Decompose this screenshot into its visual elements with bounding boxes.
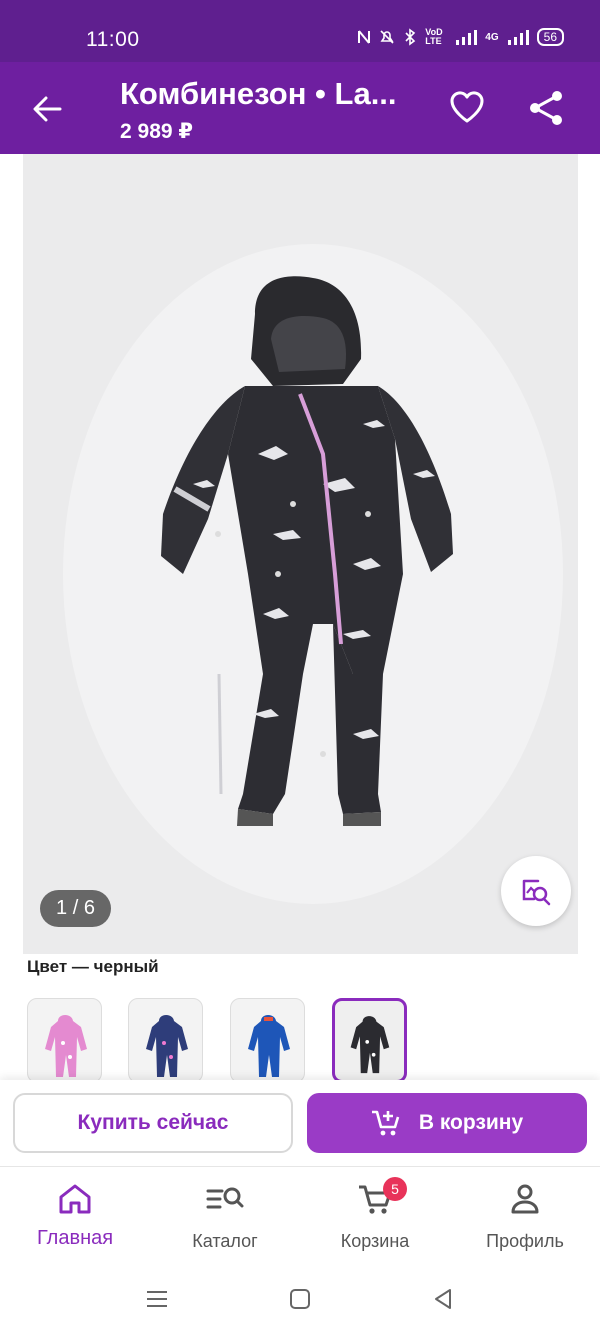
- color-label: Цвет — черный: [27, 957, 159, 976]
- swatch-navy-image: [146, 1015, 188, 1077]
- status-bar: 11:00 VoD LTE 4G 56: [0, 0, 600, 62]
- menu-icon: [147, 1291, 167, 1307]
- system-navigation: [0, 1266, 600, 1332]
- buy-now-button[interactable]: Купить сейчас: [13, 1093, 293, 1153]
- color-swatch-pink[interactable]: [27, 998, 102, 1083]
- visual-search-button[interactable]: [501, 856, 571, 926]
- add-to-cart-button[interactable]: В корзину: [307, 1093, 587, 1153]
- status-time: 11:00: [86, 28, 140, 51]
- arrow-left-icon: [33, 96, 62, 122]
- nav-item-profile[interactable]: Профиль: [450, 1167, 600, 1267]
- app-bar: Комбинезон • La... 2 989 ₽: [0, 62, 600, 154]
- square-icon: [290, 1289, 310, 1309]
- swatch-pink-image: [45, 1015, 87, 1077]
- signal-icon: [456, 30, 478, 45]
- share-icon: [530, 91, 562, 125]
- status-icons: VoD LTE 4G 56: [357, 28, 564, 46]
- nav-label-catalog: Каталог: [192, 1231, 258, 1251]
- network-type: 4G: [485, 31, 499, 43]
- nav-item-home[interactable]: Главная: [0, 1167, 150, 1267]
- back-button[interactable]: [22, 84, 72, 134]
- recent-apps-button[interactable]: [142, 1284, 172, 1314]
- color-swatch-navy[interactable]: [128, 998, 203, 1083]
- purchase-bar: Купить сейчас В корзину: [0, 1080, 600, 1166]
- mute-icon: [380, 30, 394, 44]
- heart-icon: [450, 91, 484, 123]
- image-counter: 1 / 6: [40, 890, 111, 927]
- cart-plus-icon: [371, 1110, 400, 1136]
- product-image: [63, 244, 563, 904]
- nav-label-home: Главная: [36, 1227, 114, 1249]
- swatch-blue-image: [248, 1015, 290, 1077]
- nav-item-catalog[interactable]: Каталог: [150, 1167, 300, 1267]
- add-to-cart-label: В корзину: [418, 1111, 524, 1134]
- color-swatch-black[interactable]: [332, 998, 407, 1083]
- product-title: Комбинезон • La...: [120, 76, 397, 111]
- cart-badge: 5: [383, 1177, 407, 1201]
- battery-indicator: 56: [536, 28, 564, 46]
- catalog-search-icon: [206, 1187, 244, 1209]
- bottom-navigation: Главная Каталог 5 Корзина Профиль: [0, 1166, 600, 1266]
- triangle-back-icon: [435, 1289, 451, 1309]
- product-price: 2 989 ₽: [120, 120, 193, 143]
- signal-icon-2: [507, 30, 529, 45]
- profile-icon: [511, 1184, 539, 1214]
- volte-label: VoD LTE: [425, 27, 443, 46]
- back-system-button[interactable]: [428, 1284, 458, 1314]
- nfc-icon: [358, 30, 371, 44]
- product-gallery[interactable]: 1 / 6: [23, 154, 578, 954]
- color-swatch-blue[interactable]: [230, 998, 305, 1083]
- home-system-button[interactable]: [285, 1284, 315, 1314]
- nav-item-cart[interactable]: 5 Корзина: [300, 1167, 450, 1267]
- nav-label-cart: Корзина: [340, 1231, 410, 1251]
- favorite-button[interactable]: [444, 84, 490, 130]
- share-button[interactable]: [522, 84, 570, 132]
- image-search-icon: [522, 879, 551, 906]
- home-icon: [59, 1184, 91, 1214]
- nav-label-profile: Профиль: [486, 1231, 564, 1251]
- swatch-black-image: [350, 1016, 390, 1074]
- bluetooth-icon: [405, 28, 416, 46]
